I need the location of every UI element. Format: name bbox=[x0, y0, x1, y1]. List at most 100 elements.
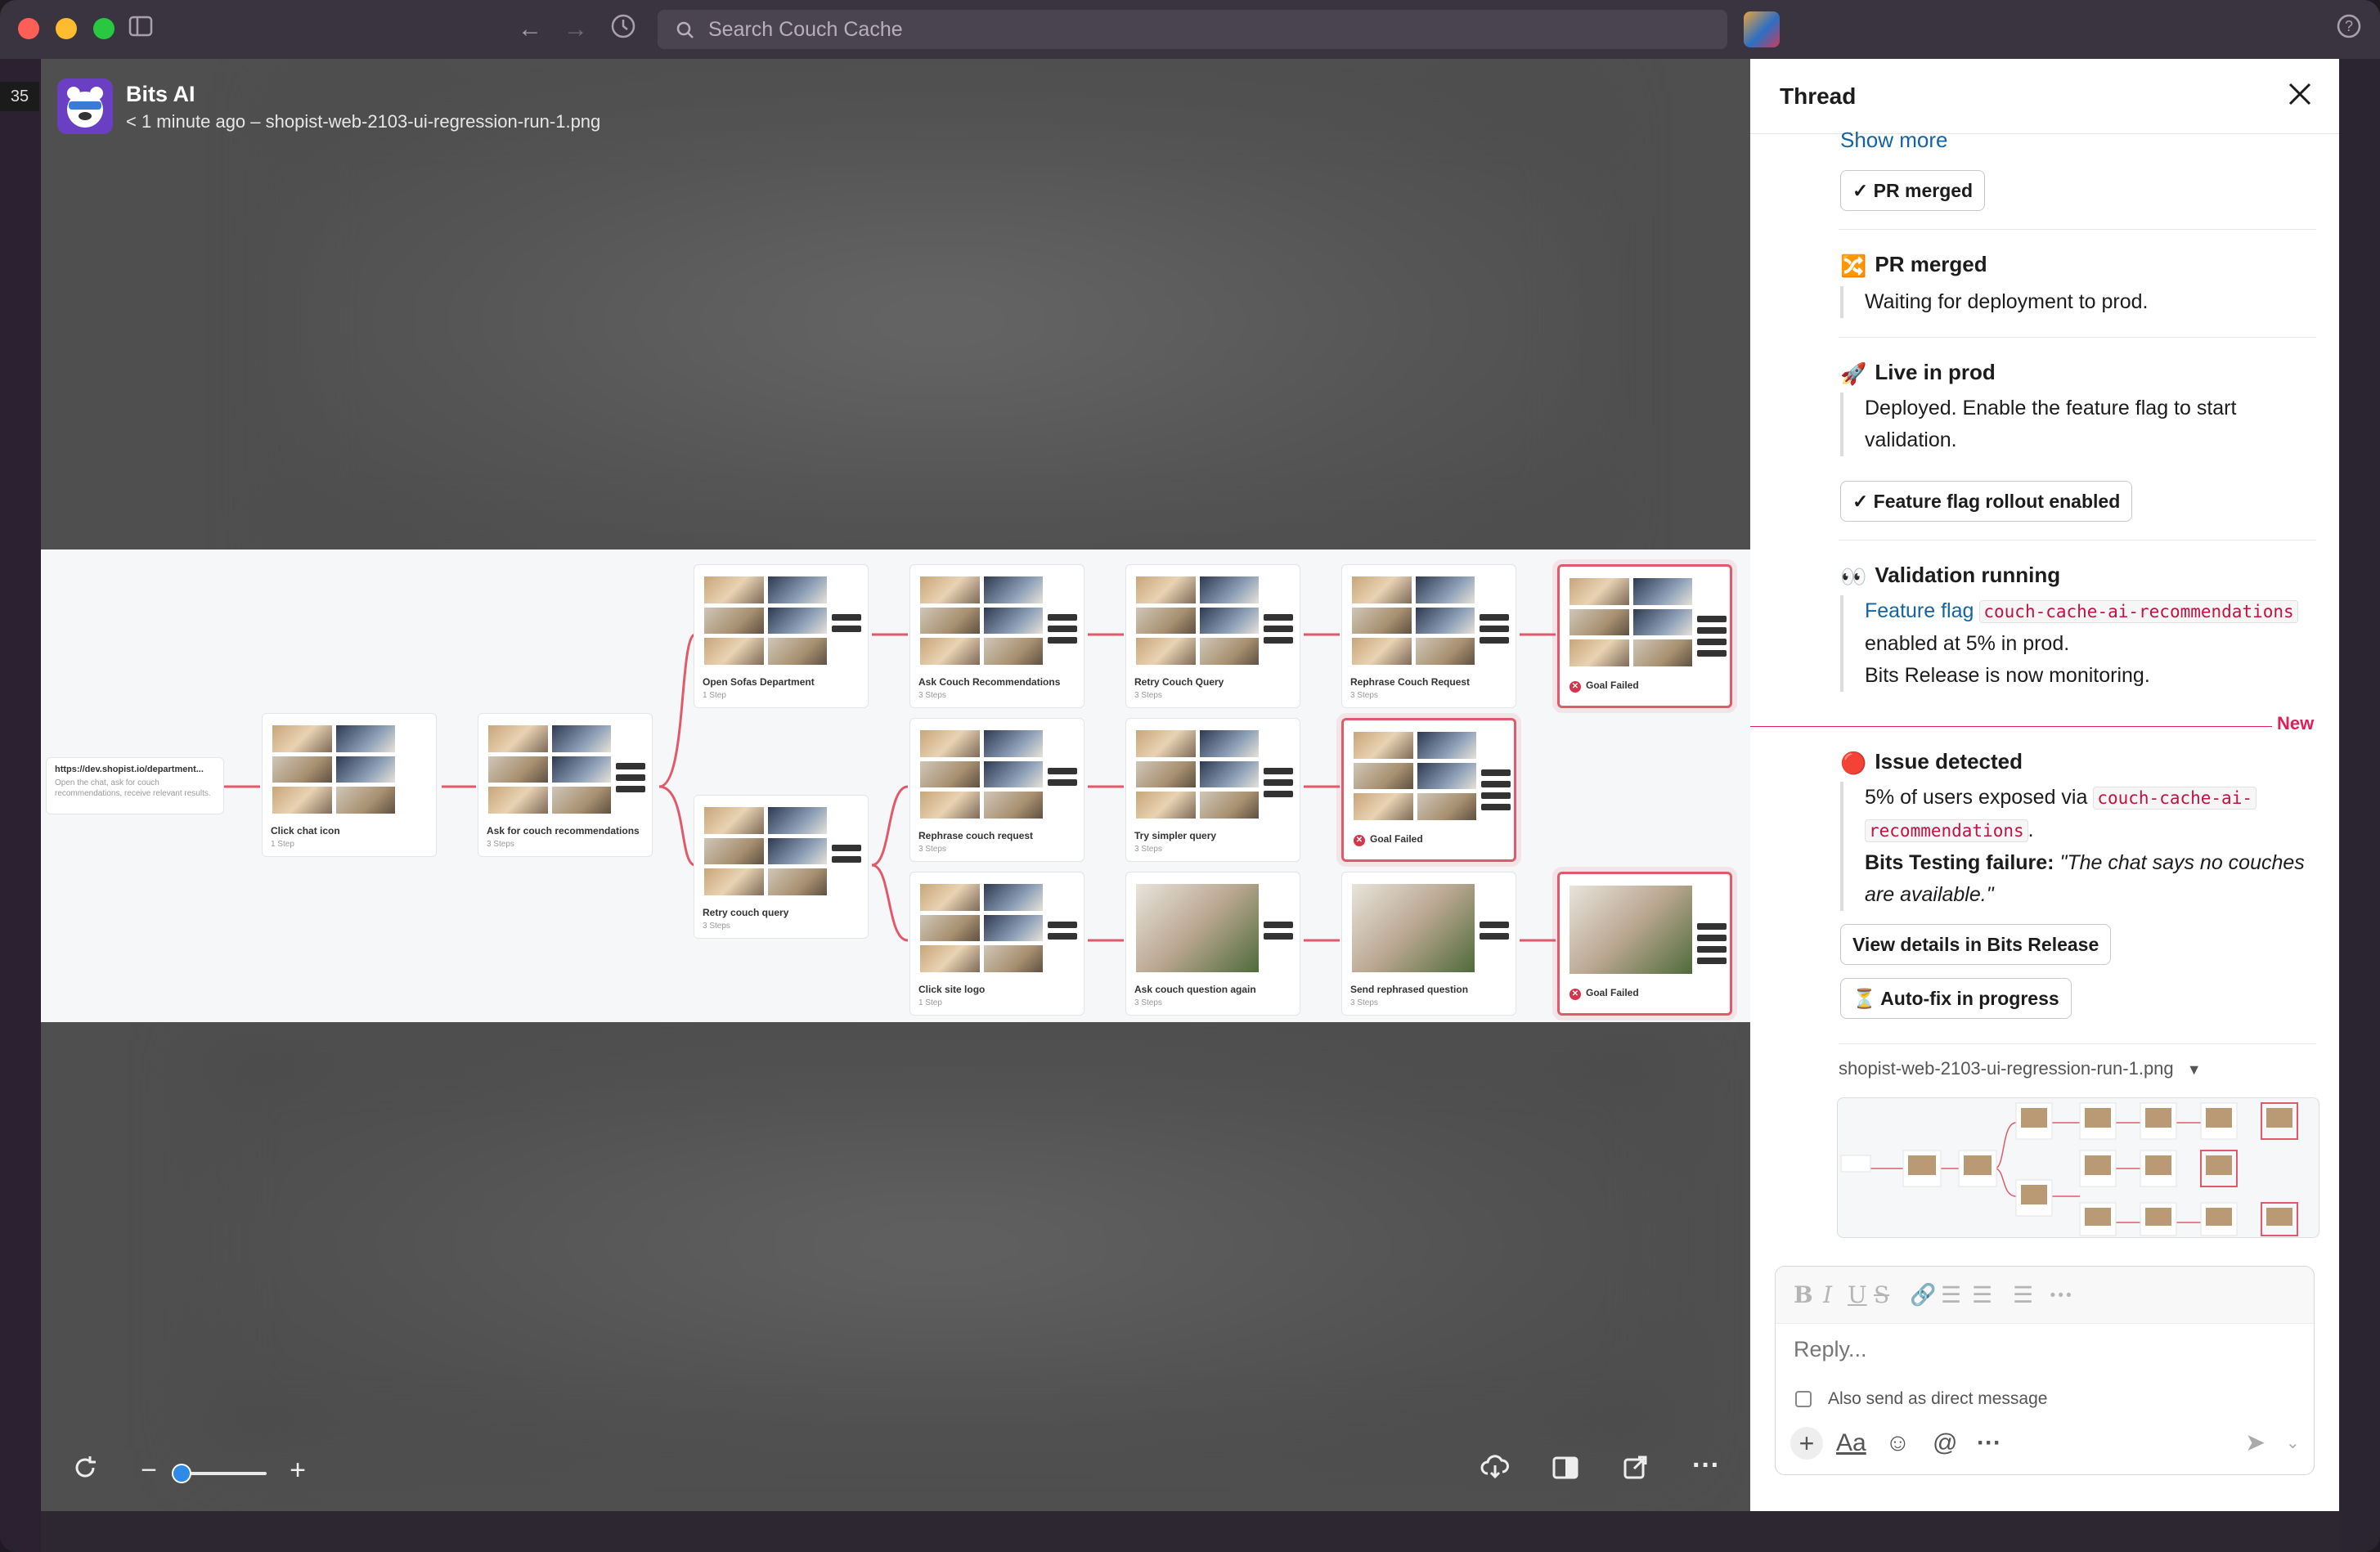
back-arrow-icon[interactable]: ← bbox=[514, 13, 546, 46]
reply-input[interactable]: Reply... bbox=[1794, 1337, 1867, 1362]
node-steps: 3 Steps bbox=[1134, 845, 1162, 854]
flow-node: Ask couch question again 3 Steps bbox=[1125, 872, 1300, 1016]
node-steps: 1 Step bbox=[703, 691, 726, 700]
node-steps: 1 Step bbox=[918, 998, 942, 1007]
flow-diagram-image: https://dev.shopist.io/department... Ope… bbox=[41, 549, 1750, 1022]
strikethrough-icon[interactable]: S bbox=[1874, 1281, 1889, 1309]
forward-arrow-icon[interactable]: → bbox=[559, 13, 592, 46]
node-steps: 3 Steps bbox=[918, 845, 946, 854]
more-actions-icon[interactable]: ··· bbox=[1977, 1427, 2001, 1460]
search-icon bbox=[676, 21, 694, 38]
flow-node: Rephrase Couch Request 3 Steps bbox=[1341, 564, 1516, 708]
goal-failed-badge: ✕ Goal Failed bbox=[1354, 833, 1423, 846]
zoom-out-button[interactable]: − bbox=[132, 1454, 165, 1487]
goal-failed-node: ✕ Goal Failed bbox=[1557, 564, 1732, 708]
divider bbox=[1839, 1043, 2316, 1044]
zoom-slider[interactable] bbox=[182, 1472, 267, 1475]
node-steps: 3 Steps bbox=[1134, 998, 1162, 1007]
bulleted-list-icon[interactable]: ☰ bbox=[1972, 1281, 1992, 1309]
format-text-button[interactable]: Aa bbox=[1836, 1427, 1866, 1460]
bits-ai-logo bbox=[57, 78, 113, 134]
show-more-link[interactable]: Show more bbox=[1840, 128, 1948, 153]
blockquote-icon[interactable]: ☰ bbox=[2013, 1281, 2033, 1309]
flow-node: Send rephrased question 3 Steps bbox=[1341, 872, 1516, 1016]
flow-thumbnail bbox=[1840, 1102, 2298, 1236]
more-formatting-icon[interactable]: ··· bbox=[2049, 1281, 2072, 1309]
view-details-button[interactable]: View details in Bits Release bbox=[1840, 924, 2112, 965]
failure-label: Bits Testing failure: bbox=[1865, 851, 2054, 874]
checkbox-icon[interactable] bbox=[1795, 1391, 1812, 1407]
close-window-button[interactable] bbox=[18, 18, 39, 39]
node-label: Send rephrased question bbox=[1350, 984, 1469, 995]
node-steps: 3 Steps bbox=[487, 840, 514, 849]
node-steps: 1 Step bbox=[271, 840, 294, 849]
new-messages-divider bbox=[1750, 726, 2306, 727]
rotate-icon[interactable] bbox=[67, 1454, 103, 1489]
ordered-list-icon[interactable]: ☰ bbox=[1941, 1281, 1961, 1309]
split-view-icon[interactable] bbox=[1547, 1454, 1583, 1487]
divider bbox=[1839, 229, 2316, 230]
node-steps: 3 Steps bbox=[1350, 691, 1378, 700]
close-icon[interactable] bbox=[2283, 80, 2316, 113]
underline-icon[interactable]: U bbox=[1848, 1281, 1867, 1309]
open-external-icon[interactable] bbox=[1618, 1454, 1654, 1487]
app-window: ← → Search Couch Cache ? 35 Bits AI < 1 … bbox=[0, 0, 2380, 1552]
send-icon[interactable]: ➤ bbox=[2245, 1427, 2265, 1460]
attachment-name[interactable]: shopist-web-2103-ui-regression-run-1.png… bbox=[1839, 1058, 2202, 1079]
zoom-slider-handle[interactable] bbox=[172, 1464, 191, 1483]
caret-down-icon[interactable]: ▼ bbox=[2187, 1061, 2202, 1078]
start-description: Open the chat, ask for couch recommendat… bbox=[55, 778, 211, 798]
formatting-toolbar: B I U S 🔗 ☰ ☰ ☰ ··· bbox=[1776, 1267, 2314, 1324]
download-cloud-icon[interactable] bbox=[1477, 1454, 1513, 1487]
sidebar-toggle-icon[interactable] bbox=[124, 13, 157, 46]
feature-flag-link[interactable]: Feature flag bbox=[1865, 599, 1974, 622]
help-icon[interactable]: ? bbox=[2333, 13, 2365, 46]
pr-merged-button[interactable]: ✓ PR merged bbox=[1840, 170, 1986, 211]
more-options-icon[interactable]: ··· bbox=[1688, 1449, 1724, 1482]
eyes-icon: 👀 bbox=[1840, 564, 1867, 589]
pr-merged-body: Waiting for deployment to prod. bbox=[1840, 286, 2298, 318]
rocket-icon: 🚀 bbox=[1840, 361, 1867, 386]
node-steps: 3 Steps bbox=[703, 922, 730, 931]
attachment-preview[interactable] bbox=[1837, 1097, 2319, 1238]
zoom-in-button[interactable]: + bbox=[281, 1454, 314, 1487]
start-url: https://dev.shopist.io/department... bbox=[55, 765, 204, 774]
divider bbox=[1839, 540, 2316, 541]
pr-merged-title: 🔀 PR merged bbox=[1840, 252, 1987, 278]
history-clock-icon[interactable] bbox=[607, 13, 640, 46]
autofix-button[interactable]: ⏳ Auto-fix in progress bbox=[1840, 978, 2072, 1019]
reply-composer: B I U S 🔗 ☰ ☰ ☰ ··· Reply... Also send a… bbox=[1775, 1266, 2315, 1475]
flow-node: Rephrase couch request 3 Steps bbox=[909, 718, 1084, 862]
file-subtitle: < 1 minute ago – shopist-web-2103-ui-reg… bbox=[126, 111, 601, 132]
new-label: New bbox=[2272, 713, 2315, 734]
divider bbox=[1839, 337, 2316, 338]
mention-icon[interactable]: @ bbox=[1933, 1427, 1957, 1460]
add-attachment-button[interactable]: + bbox=[1790, 1427, 1823, 1460]
node-label: Click site logo bbox=[918, 984, 986, 995]
red-circle-icon: 🔴 bbox=[1840, 751, 1867, 775]
node-label: Try simpler query bbox=[1134, 830, 1217, 841]
title-bar: ← → Search Couch Cache ? bbox=[0, 0, 2380, 59]
send-options-chevron-icon[interactable]: ⌄ bbox=[2286, 1427, 2300, 1460]
zoom-window-button[interactable] bbox=[93, 18, 115, 39]
minimize-window-button[interactable] bbox=[56, 18, 77, 39]
validation-body: Feature flag couch-cache-ai-recommendati… bbox=[1840, 595, 2315, 692]
search-input[interactable]: Search Couch Cache bbox=[658, 10, 1727, 49]
live-in-prod-title: 🚀 Live in prod bbox=[1840, 360, 1996, 386]
thread-title: Thread bbox=[1780, 83, 1857, 109]
direct-message-checkbox[interactable]: Also send as direct message bbox=[1795, 1389, 2047, 1409]
italic-icon[interactable]: I bbox=[1823, 1281, 1832, 1309]
flow-node: Try simpler query 3 Steps bbox=[1125, 718, 1300, 862]
flag-code: couch-cache-ai- bbox=[2093, 787, 2257, 810]
flow-node: Ask for couch recommendations 3 Steps bbox=[478, 713, 653, 857]
feature-flag-button[interactable]: ✓ Feature flag rollout enabled bbox=[1840, 481, 2133, 522]
bold-icon[interactable]: B bbox=[1794, 1281, 1813, 1309]
workspace-avatar[interactable] bbox=[1744, 11, 1780, 47]
emoji-icon[interactable]: ☺ bbox=[1885, 1427, 1911, 1460]
badge-count: 35 bbox=[0, 82, 39, 111]
node-label: Retry couch query bbox=[703, 907, 789, 918]
validation-line3: Bits Release is now monitoring. bbox=[1865, 664, 2150, 687]
link-icon[interactable]: 🔗 bbox=[1910, 1281, 1936, 1309]
image-viewer: Bits AI < 1 minute ago – shopist-web-210… bbox=[41, 59, 1750, 1511]
node-label: Rephrase Couch Request bbox=[1350, 676, 1471, 688]
